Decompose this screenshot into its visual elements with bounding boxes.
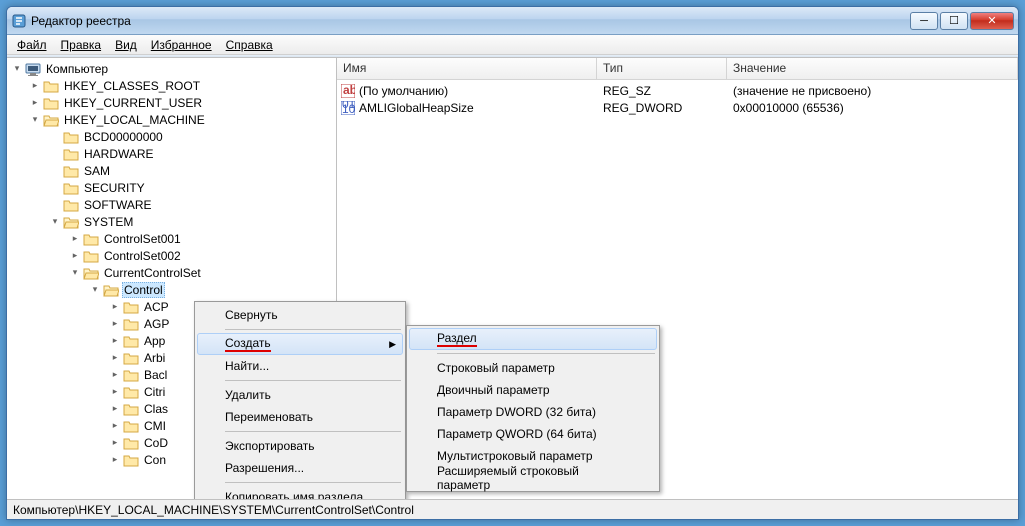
regedit-icon xyxy=(11,13,27,29)
header-name[interactable]: Имя xyxy=(337,58,597,79)
folder-icon xyxy=(63,198,79,212)
ctx-new-string[interactable]: Строковый параметр xyxy=(409,357,657,379)
ctx-find[interactable]: Найти... xyxy=(197,355,403,377)
tree-node[interactable]: SOFTWARE xyxy=(7,196,336,213)
tree-node-hkcr[interactable]: ▸HKEY_CLASSES_ROOT xyxy=(7,77,336,94)
string-value-icon xyxy=(341,84,355,98)
minimize-button[interactable]: ─ xyxy=(910,12,938,30)
folder-icon xyxy=(43,113,59,127)
list-item[interactable]: (По умолчанию) REG_SZ (значение не присв… xyxy=(337,82,1018,99)
separator xyxy=(225,329,401,330)
ctx-create[interactable]: Создать▶ xyxy=(197,333,403,355)
dword-value-icon xyxy=(341,101,355,115)
folder-icon xyxy=(123,385,139,399)
tree-node-system[interactable]: ▾SYSTEM xyxy=(7,213,336,230)
ctx-new-key[interactable]: Раздел xyxy=(409,328,657,350)
window-title: Редактор реестра xyxy=(31,14,910,28)
menu-edit[interactable]: Правка xyxy=(55,36,108,54)
folder-icon xyxy=(123,351,139,365)
tree-node[interactable]: ▸ControlSet001 xyxy=(7,230,336,247)
maximize-button[interactable]: ☐ xyxy=(940,12,968,30)
ctx-new-binary[interactable]: Двоичный параметр xyxy=(409,379,657,401)
separator xyxy=(437,353,655,354)
ctx-new-dword[interactable]: Параметр DWORD (32 бита) xyxy=(409,401,657,423)
context-menu: Свернуть Создать▶ Найти... Удалить Переи… xyxy=(194,301,406,499)
folder-icon xyxy=(83,232,99,246)
list-header: Имя Тип Значение xyxy=(337,58,1018,80)
tree-node-hklm[interactable]: ▾HKEY_LOCAL_MACHINE xyxy=(7,111,336,128)
regedit-window: Редактор реестра ─ ☐ ✕ Файл Правка Вид И… xyxy=(6,6,1019,520)
menu-view[interactable]: Вид xyxy=(109,36,143,54)
folder-icon xyxy=(123,453,139,467)
ctx-copy-key-name[interactable]: Копировать имя раздела xyxy=(197,486,403,499)
folder-icon xyxy=(63,164,79,178)
separator xyxy=(225,431,401,432)
folder-icon xyxy=(63,181,79,195)
menu-file[interactable]: Файл xyxy=(11,36,53,54)
folder-icon xyxy=(123,419,139,433)
ctx-rename[interactable]: Переименовать xyxy=(197,406,403,428)
folder-icon xyxy=(83,249,99,263)
separator xyxy=(225,380,401,381)
list-item[interactable]: AMLIGlobalHeapSize REG_DWORD 0x00010000 … xyxy=(337,99,1018,116)
ctx-export[interactable]: Экспортировать xyxy=(197,435,403,457)
computer-icon xyxy=(25,62,41,76)
ctx-collapse[interactable]: Свернуть xyxy=(197,304,403,326)
ctx-permissions[interactable]: Разрешения... xyxy=(197,457,403,479)
separator xyxy=(225,482,401,483)
folder-icon xyxy=(83,266,99,280)
folder-icon xyxy=(63,130,79,144)
folder-icon xyxy=(123,317,139,331)
folder-icon xyxy=(63,215,79,229)
tree-node[interactable]: SAM xyxy=(7,162,336,179)
tree-node[interactable]: ▸ControlSet002 xyxy=(7,247,336,264)
context-submenu-create: Раздел Строковый параметр Двоичный парам… xyxy=(406,325,660,492)
folder-icon xyxy=(43,96,59,110)
close-button[interactable]: ✕ xyxy=(970,12,1014,30)
tree-node-computer[interactable]: ▾Компьютер xyxy=(7,60,336,77)
tree-node-currentcontrolset[interactable]: ▾CurrentControlSet xyxy=(7,264,336,281)
ctx-new-qword[interactable]: Параметр QWORD (64 бита) xyxy=(409,423,657,445)
chevron-right-icon: ▶ xyxy=(389,339,396,350)
folder-icon xyxy=(123,300,139,314)
folder-icon xyxy=(63,147,79,161)
folder-icon xyxy=(43,79,59,93)
client-area: ▾Компьютер ▸HKEY_CLASSES_ROOT ▸HKEY_CURR… xyxy=(7,58,1018,499)
tree-node[interactable]: SECURITY xyxy=(7,179,336,196)
menu-favorites[interactable]: Избранное xyxy=(145,36,218,54)
ctx-delete[interactable]: Удалить xyxy=(197,384,403,406)
statusbar: Компьютер\HKEY_LOCAL_MACHINE\SYSTEM\Curr… xyxy=(7,499,1018,519)
tree-node[interactable]: BCD00000000 xyxy=(7,128,336,145)
header-type[interactable]: Тип xyxy=(597,58,727,79)
menu-help[interactable]: Справка xyxy=(220,36,279,54)
titlebar[interactable]: Редактор реестра ─ ☐ ✕ xyxy=(7,7,1018,35)
folder-icon xyxy=(123,402,139,416)
tree-node-control[interactable]: ▾Control xyxy=(7,281,336,298)
tree-node[interactable]: HARDWARE xyxy=(7,145,336,162)
folder-icon xyxy=(123,368,139,382)
ctx-new-expandstring[interactable]: Расширяемый строковый параметр xyxy=(409,467,657,489)
tree-node-hkcu[interactable]: ▸HKEY_CURRENT_USER xyxy=(7,94,336,111)
folder-icon xyxy=(103,283,119,297)
header-value[interactable]: Значение xyxy=(727,58,1018,79)
folder-icon xyxy=(123,334,139,348)
folder-icon xyxy=(123,436,139,450)
menubar: Файл Правка Вид Избранное Справка xyxy=(7,35,1018,55)
status-path: Компьютер\HKEY_LOCAL_MACHINE\SYSTEM\Curr… xyxy=(13,503,414,517)
